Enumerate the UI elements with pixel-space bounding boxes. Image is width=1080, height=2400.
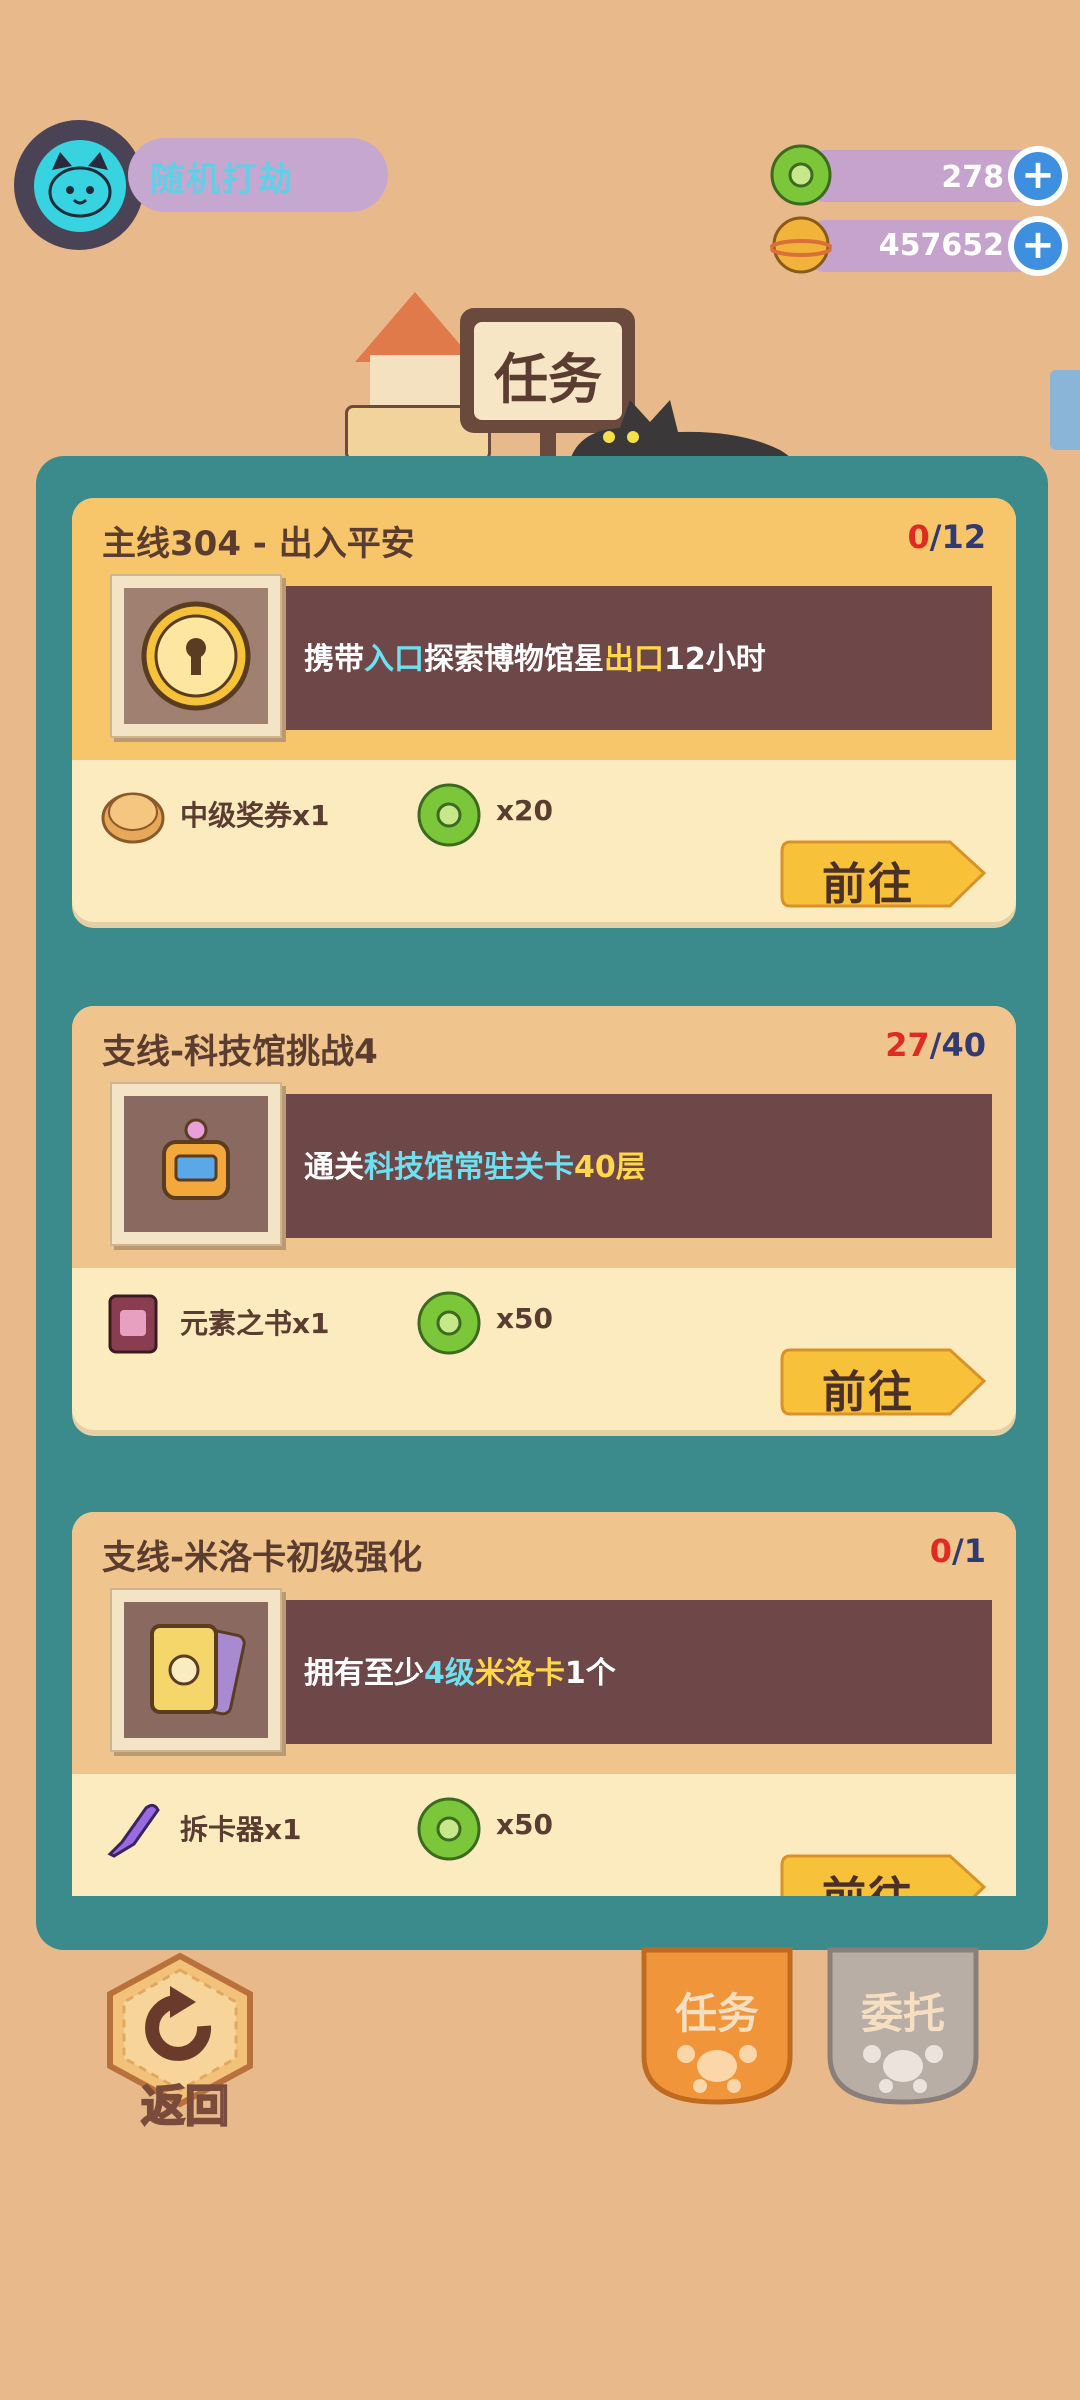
tab-entrust-label: 委托 (860, 1989, 945, 2038)
reward-amount: x20 (496, 794, 554, 827)
green-donut-icon (417, 1291, 481, 1355)
task-description: 携带入口探索博物馆星出口12小时 (304, 642, 766, 677)
go-button-label: 前往 (822, 1367, 914, 1418)
task-title: 主线304 - 出入平安 (102, 524, 415, 564)
task-icon-frame (110, 1588, 282, 1752)
task-card: 支线-米洛卡初级强化 0/1 拥有至少4级米洛卡1个 拆卡器x1 x50 (72, 1512, 1016, 1896)
tab-entrust[interactable]: 委托 (822, 1946, 984, 2106)
go-button-label: 前往 (822, 859, 914, 910)
task-list[interactable]: 主线304 - 出入平安 0/12 携带入口探索博物馆星出口12小时 中级奖券x… (72, 498, 1018, 1896)
green-donut-icon (417, 783, 481, 847)
task-icon-frame (110, 1082, 282, 1246)
avatar[interactable] (34, 140, 126, 232)
tab-task[interactable]: 任务 (636, 1946, 798, 2106)
task-description: 拥有至少4级米洛卡1个 (304, 1656, 616, 1691)
reward-row: 拆卡器x1 x50 前往 (72, 1774, 1016, 1896)
task-card: 主线304 - 出入平安 0/12 携带入口探索博物馆星出口12小时 中级奖券x… (72, 498, 1016, 922)
reward-label: 拆卡器x1 (180, 1813, 302, 1846)
go-button-label: 前往 (822, 1862, 914, 1896)
task-title: 支线-科技馆挑战4 (102, 1032, 378, 1072)
card-remover-icon (107, 1803, 160, 1858)
reward-row: 元素之书x1 x50 前往 (72, 1268, 1016, 1430)
tab-task-label: 任务 (674, 1989, 759, 2038)
add-gold-button[interactable]: + (1008, 216, 1068, 276)
element-book-icon (108, 1294, 158, 1354)
task-progress: 0/1 (929, 1532, 986, 1570)
task-icon-frame (110, 574, 282, 738)
reward-label: 元素之书x1 (180, 1307, 330, 1340)
ticket-coin-icon (101, 792, 165, 844)
green-donut-icon (770, 144, 832, 206)
task-progress: 0/12 (907, 518, 986, 556)
add-donut-button[interactable]: + (1008, 146, 1068, 206)
task-progress: 27/40 (885, 1026, 986, 1064)
robot-icon (162, 1118, 230, 1200)
cat-face-icon (48, 152, 112, 218)
task-description: 通关科技馆常驻关卡40层 (304, 1150, 646, 1185)
back-button-label: 返回 (140, 2080, 230, 2133)
side-clip-icon[interactable] (1050, 370, 1080, 450)
reward-label: 中级奖券x1 (180, 799, 330, 832)
reward-amount: x50 (496, 1808, 554, 1841)
task-card: 支线-科技馆挑战4 27/40 通关科技馆常驻关卡40层 元素之书x1 x50 (72, 1006, 1016, 1430)
mode-label: 随机打劫 (150, 160, 294, 200)
plus-icon: + (1014, 152, 1062, 200)
green-donut-icon (417, 1797, 481, 1861)
house-roof-icon (355, 292, 475, 362)
reward-row: 中级奖券x1 x20 前往 (72, 760, 1016, 922)
reward-amount: x50 (496, 1302, 554, 1335)
milo-card-icon (150, 1624, 246, 1716)
plus-icon: + (1014, 222, 1062, 270)
task-title: 支线-米洛卡初级强化 (102, 1538, 423, 1578)
gold-planet-icon (770, 216, 832, 274)
gold-clock-icon (141, 601, 251, 711)
